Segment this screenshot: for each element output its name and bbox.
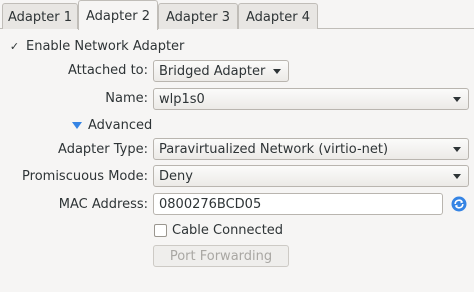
tab-adapter-2[interactable]: Adapter 2: [78, 0, 158, 30]
adapter-type-value: Paravirtualized Network (virtio-net): [159, 141, 389, 157]
name-combo[interactable]: wlp1s0: [153, 88, 469, 110]
tab-adapter-3[interactable]: Adapter 3: [158, 3, 238, 29]
advanced-expander[interactable]: Advanced: [72, 116, 152, 134]
enable-adapter-label: Enable Network Adapter: [26, 38, 185, 54]
tab-adapter-4[interactable]: Adapter 4: [238, 3, 318, 29]
attached-to-combo[interactable]: Bridged Adapter: [153, 60, 289, 82]
mac-address-label: MAC Address:: [58, 197, 148, 212]
mac-address-input[interactable]: 0800276BCD05: [153, 193, 443, 215]
enable-adapter-checkbox[interactable]: ✓: [8, 40, 21, 53]
tab-label: Adapter 3: [166, 10, 230, 25]
chevron-down-icon: [453, 147, 461, 152]
cable-connected-checkbox[interactable]: [154, 223, 167, 237]
adapter-type-combo[interactable]: Paravirtualized Network (virtio-net): [153, 138, 469, 160]
checkmark-icon: ✓: [9, 39, 20, 53]
attached-to-value: Bridged Adapter: [159, 63, 266, 79]
enable-adapter-row[interactable]: ✓ Enable Network Adapter: [8, 37, 185, 55]
cable-connected-row[interactable]: Cable Connected: [154, 221, 283, 239]
expander-triangle-icon: [72, 121, 82, 129]
name-label: Name:: [105, 91, 148, 106]
cable-connected-label: Cable Connected: [172, 222, 284, 238]
tab-label: Adapter 1: [8, 10, 72, 25]
chevron-down-icon: [453, 97, 461, 102]
refresh-icon[interactable]: [451, 196, 467, 212]
chevron-down-icon: [273, 69, 281, 74]
promiscuous-mode-value: Deny: [159, 168, 193, 184]
mac-address-value: 0800276BCD05: [159, 196, 262, 212]
promiscuous-mode-combo[interactable]: Deny: [153, 165, 469, 187]
tab-label: Adapter 4: [246, 10, 310, 25]
chevron-down-icon: [453, 174, 461, 179]
promiscuous-mode-label: Promiscuous Mode:: [22, 169, 148, 184]
adapter-type-label: Adapter Type:: [58, 142, 148, 157]
tab-adapter-1[interactable]: Adapter 1: [2, 3, 78, 29]
tab-label: Adapter 2: [86, 9, 150, 24]
name-value: wlp1s0: [159, 91, 205, 107]
attached-to-label: Attached to:: [67, 63, 148, 78]
port-forwarding-button[interactable]: Port Forwarding: [153, 245, 289, 267]
advanced-label: Advanced: [88, 117, 153, 133]
tab-bar: Adapter 1 Adapter 2 Adapter 3 Adapter 4: [0, 0, 474, 30]
port-forwarding-label: Port Forwarding: [169, 248, 273, 264]
